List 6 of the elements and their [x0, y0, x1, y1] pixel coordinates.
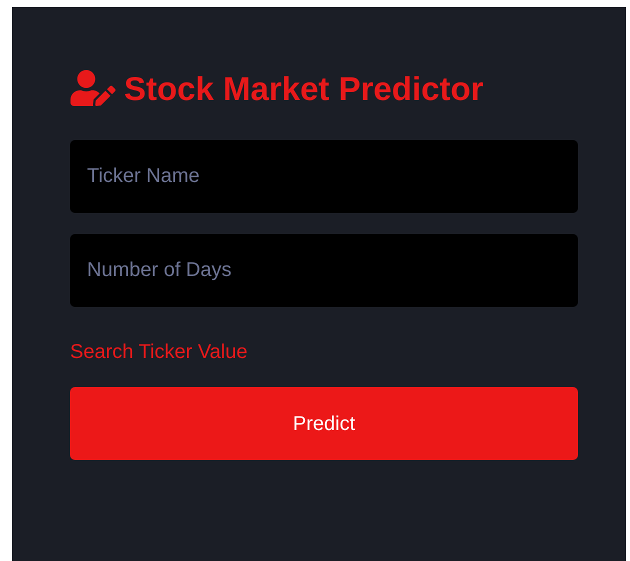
- predict-button[interactable]: Predict: [70, 387, 578, 460]
- page-title: Stock Market Predictor: [124, 72, 484, 104]
- input-field[interactable]: Ticker Name: [70, 140, 578, 213]
- user-edit-icon: [70, 70, 116, 106]
- input-field[interactable]: Number of Days: [70, 234, 578, 307]
- search-link[interactable]: Search Ticker Value: [70, 337, 248, 367]
